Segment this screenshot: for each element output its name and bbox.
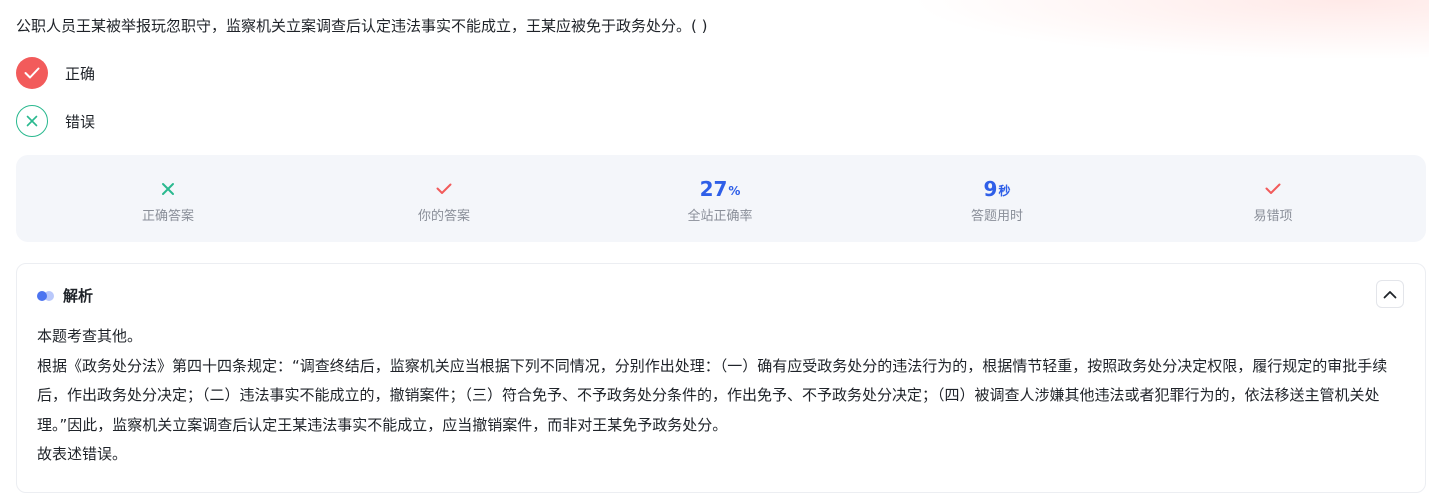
analysis-paragraph: 本题考查其他。 — [37, 327, 143, 345]
stat-accuracy: 27 % 全站正确率 — [620, 155, 820, 242]
stat-correct-answer: 正确答案 — [68, 155, 268, 242]
stat-accuracy-value: 27 — [699, 177, 728, 201]
stat-correct-answer-label: 正确答案 — [141, 209, 194, 224]
option-false-marker — [16, 105, 48, 137]
answer-stats-panel: 正确答案 你的答案 27 % 全站正确率 9 秒 答题用时 易错项 — [16, 155, 1426, 242]
stat-accuracy-label: 全站正确率 — [687, 209, 753, 224]
option-false-label: 错误 — [65, 112, 96, 131]
collapse-button[interactable] — [1376, 280, 1404, 308]
analysis-paragraph: 根据《政务处分法》第四十四条规定：“调查终结后，监察机关应当根据下列不同情况，分… — [37, 356, 1388, 434]
stat-time-label: 答题用时 — [970, 209, 1023, 224]
header-glow — [909, 0, 1429, 60]
analysis-header: 解析 — [37, 285, 93, 306]
stat-your-answer: 你的答案 — [344, 155, 544, 242]
question-text: 公职人员王某被举报玩忽职守，监察机关立案调查后认定违法事实不能成立，王某应被免于… — [16, 17, 708, 35]
option-true[interactable]: 正确 — [16, 57, 95, 89]
check-icon — [436, 183, 452, 194]
option-false[interactable]: 错误 — [16, 105, 95, 137]
analysis-card: 解析 本题考查其他。 根据《政务处分法》第四十四条规定：“调查终结后，监察机关应… — [16, 263, 1426, 493]
stat-your-answer-label: 你的答案 — [417, 209, 470, 224]
analysis-title: 解析 — [63, 287, 94, 305]
stat-accuracy-unit: % — [728, 184, 741, 198]
chevron-up-icon — [1383, 290, 1397, 298]
check-icon — [1265, 183, 1281, 194]
x-icon — [162, 183, 174, 195]
analysis-dots-icon — [37, 290, 55, 301]
x-icon — [26, 115, 38, 127]
stat-time-unit: 秒 — [998, 184, 1011, 198]
analysis-body: 本题考查其他。 根据《政务处分法》第四十四条规定：“调查终结后，监察机关应当根据… — [37, 322, 1412, 470]
stat-time: 9 秒 答题用时 — [897, 155, 1097, 242]
stat-time-value: 9 — [983, 177, 998, 201]
stat-common-wrong-label: 易错项 — [1253, 209, 1293, 224]
option-true-marker — [16, 57, 48, 89]
analysis-paragraph: 故表述错误。 — [37, 445, 128, 463]
option-true-label: 正确 — [65, 64, 96, 83]
check-icon — [24, 67, 40, 79]
stat-common-wrong: 易错项 — [1173, 155, 1373, 242]
